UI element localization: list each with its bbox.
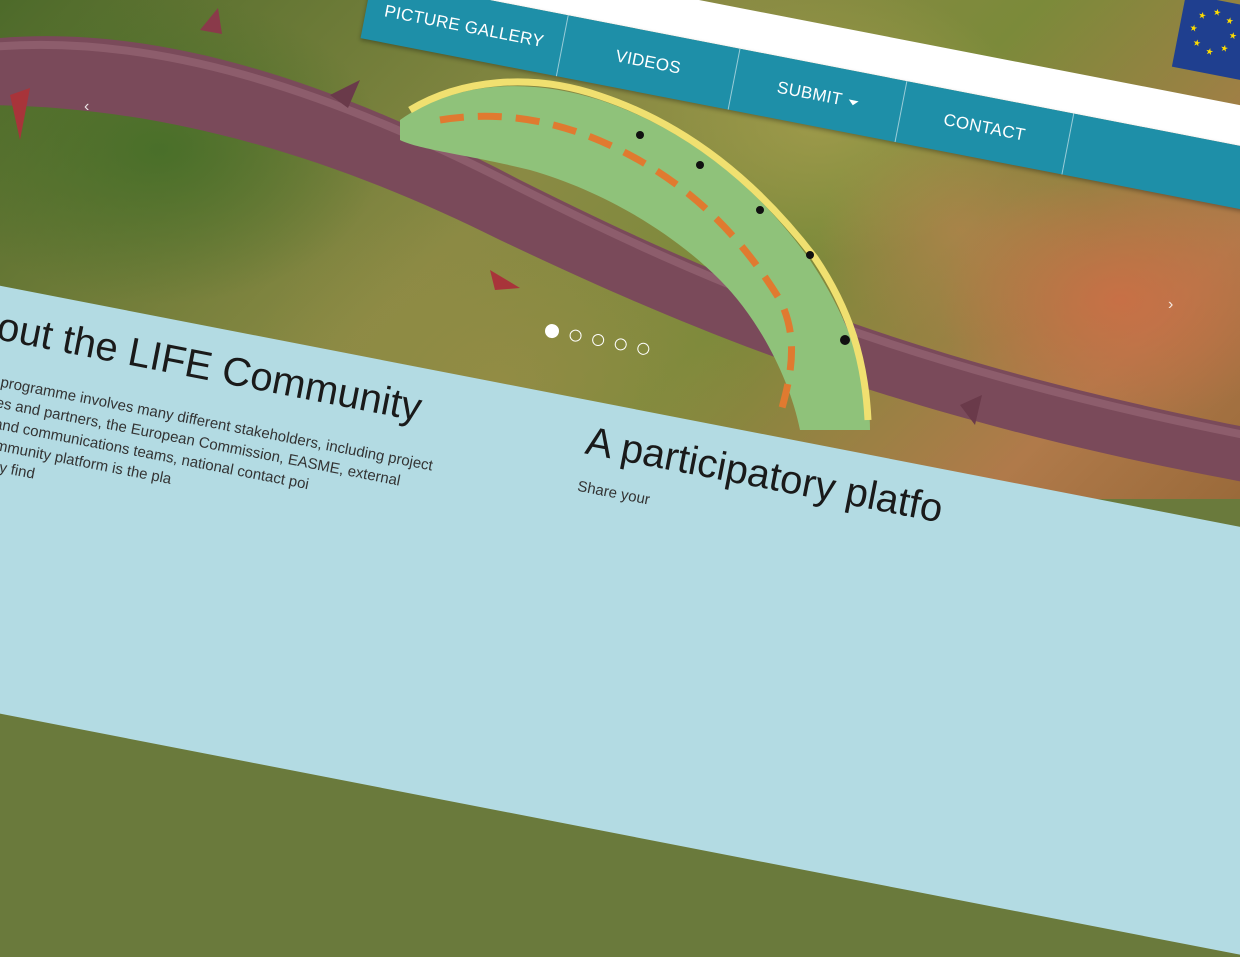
star-icon: ★ [1212,6,1223,18]
carousel-dot-3[interactable] [591,332,606,348]
nav-item-label: SUBMIT [775,77,844,109]
star-icon: ★ [1204,45,1215,58]
nav-item-label: CONTACT [941,110,1028,145]
chevron-left-icon[interactable]: ‹ [84,98,89,116]
carousel-dot-1[interactable] [543,322,561,340]
nav-item-label: VIDEOS [614,46,683,78]
chevron-right-icon[interactable]: › [1168,296,1173,314]
carousel-dot-5[interactable] [636,341,651,356]
caret-down-icon [847,98,859,106]
nav-item-label: PICTURE GALLERY [382,1,546,51]
star-icon: ★ [1224,15,1235,27]
star-icon: ★ [1197,9,1208,22]
star-icon: ★ [1191,37,1202,49]
star-icon: ★ [1188,22,1199,34]
eu-flag-logo[interactable]: ★ ★ ★ ★ ★ ★ ★ ★ [1171,0,1240,80]
participatory-paragraph: Share your [576,477,652,509]
star-icon: ★ [1228,30,1238,42]
star-icon: ★ [1219,42,1230,54]
carousel-dot-4[interactable] [613,337,628,352]
carousel-dot-2[interactable] [568,328,583,343]
